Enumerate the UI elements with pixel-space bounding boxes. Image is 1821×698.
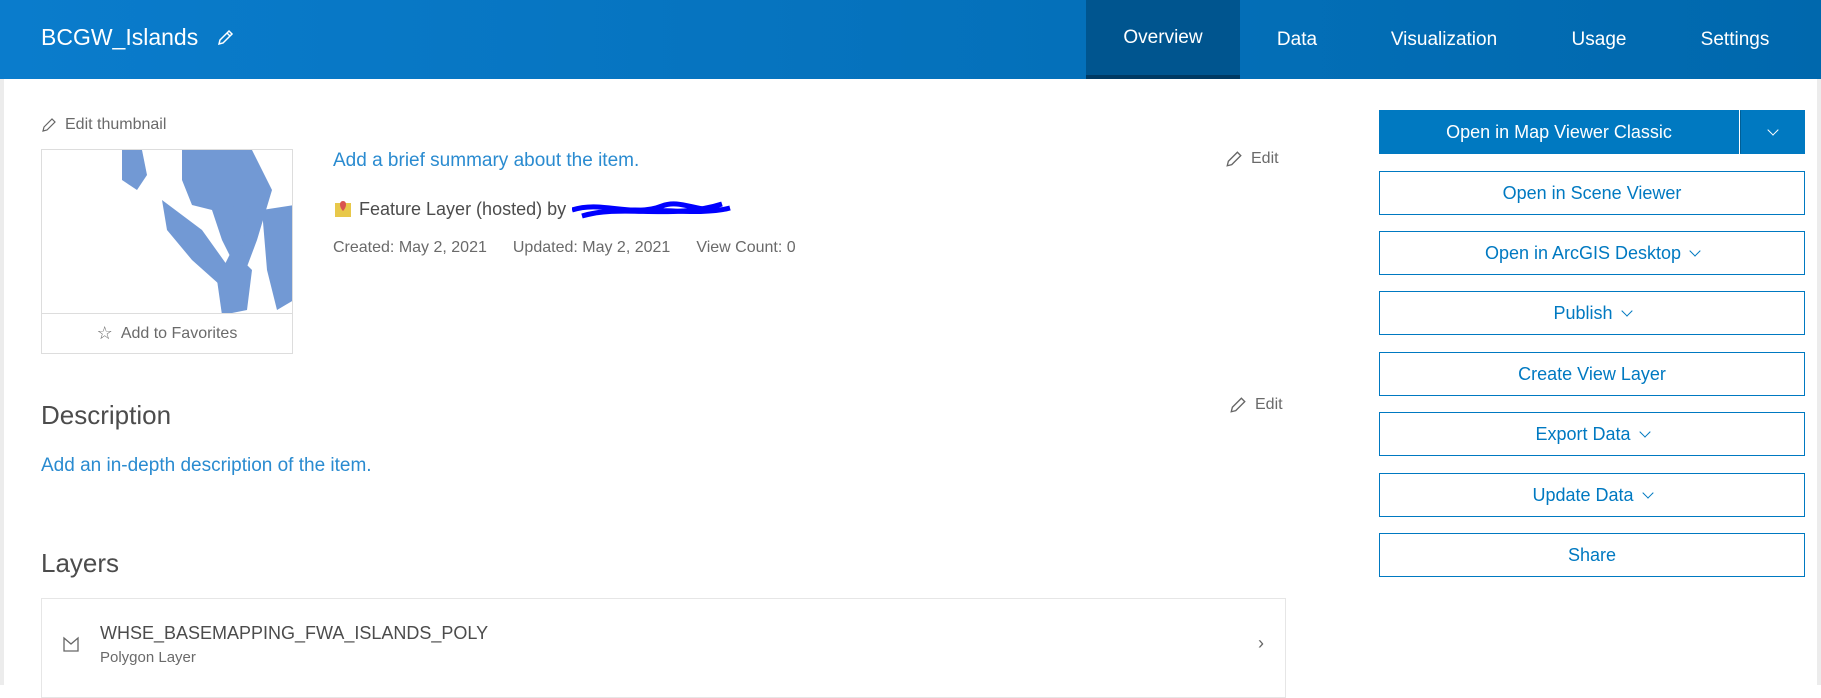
button-label: Export Data [1535, 423, 1631, 444]
open-arcgis-desktop-button[interactable]: Open in ArcGIS Desktop [1379, 231, 1805, 275]
item-dates: Created: May 2, 2021 Updated: May 2, 202… [333, 239, 796, 257]
layers-heading: Layers [41, 548, 120, 578]
open-map-viewer-classic-button[interactable]: Open in Map Viewer Classic [1379, 110, 1739, 154]
update-data-button[interactable]: Update Data [1379, 473, 1805, 517]
button-label: Open in Scene Viewer [1502, 182, 1682, 203]
edit-description-button[interactable]: Edit [1229, 396, 1283, 414]
edit-summary-button[interactable]: Edit [1225, 150, 1279, 168]
star-icon: ☆ [96, 323, 113, 343]
chevron-down-icon [1766, 123, 1779, 136]
feature-layer-icon [335, 201, 351, 217]
button-label: Publish [1553, 302, 1613, 323]
map-viewer-dropdown-button[interactable] [1740, 110, 1805, 154]
button-label: Share [1567, 544, 1617, 565]
export-data-button[interactable]: Export Data [1379, 412, 1805, 456]
favorites-label: Add to Favorites [120, 324, 238, 342]
share-button[interactable]: Share [1379, 533, 1805, 577]
layer-list-item[interactable]: WHSE_BASEMAPPING_FWA_ISLANDS_POLY Polygo… [41, 598, 1286, 698]
tab-settings[interactable]: Settings [1680, 0, 1790, 79]
islands-map-thumbnail [122, 150, 292, 313]
top-header: BCGW_Islands Overview Data Visualization… [0, 0, 1821, 79]
summary-placeholder-link[interactable]: Add a brief summary about the item. [333, 150, 639, 172]
left-border [0, 79, 4, 685]
add-to-favorites-button[interactable]: ☆ Add to Favorites [41, 313, 293, 354]
tab-visualization[interactable]: Visualization [1370, 0, 1518, 79]
chevron-down-icon [1641, 486, 1654, 499]
updated-date: Updated: May 2, 2021 [512, 239, 671, 256]
edit-label: Edit [1251, 150, 1279, 167]
create-view-layer-button[interactable]: Create View Layer [1379, 352, 1805, 396]
layer-name: WHSE_BASEMAPPING_FWA_ISLANDS_POLY [100, 623, 489, 643]
item-title: BCGW_Islands [41, 24, 234, 51]
thumbnail-image [41, 149, 293, 314]
chevron-right-icon: › [1258, 633, 1264, 653]
pencil-icon [1230, 397, 1246, 413]
button-label: Create View Layer [1518, 363, 1666, 384]
publish-button[interactable]: Publish [1379, 291, 1805, 335]
chevron-down-icon [1620, 304, 1633, 317]
tab-data[interactable]: Data [1250, 0, 1344, 79]
pencil-icon [42, 118, 56, 132]
scrollbar-track[interactable] [1817, 79, 1821, 685]
created-date: Created: May 2, 2021 [333, 239, 487, 256]
chevron-down-icon [1689, 244, 1701, 257]
description-heading: Description [41, 400, 172, 430]
description-placeholder-link[interactable]: Add an in-depth description of the item. [41, 455, 372, 477]
button-label: Update Data [1532, 484, 1634, 505]
pencil-icon[interactable] [216, 29, 234, 47]
edit-thumbnail-label: Edit thumbnail [65, 116, 167, 133]
edit-label: Edit [1255, 396, 1283, 413]
layer-type: Polygon Layer [100, 649, 196, 666]
button-label: Open in ArcGIS Desktop [1484, 242, 1682, 263]
redacted-owner-scribble [572, 201, 731, 219]
pencil-icon [1226, 151, 1242, 167]
view-count: View Count: 0 [696, 239, 796, 256]
item-type-text: Feature Layer (hosted) by [359, 198, 567, 219]
open-scene-viewer-button[interactable]: Open in Scene Viewer [1379, 171, 1805, 215]
edit-thumbnail-button[interactable]: Edit thumbnail [41, 116, 166, 134]
tab-usage[interactable]: Usage [1550, 0, 1648, 79]
item-type-line: Feature Layer (hosted) by [333, 196, 732, 222]
chevron-down-icon [1638, 425, 1651, 438]
tab-overview[interactable]: Overview [1086, 0, 1240, 79]
button-label: Open in Map Viewer Classic [1446, 121, 1672, 142]
polygon-layer-icon [63, 636, 79, 652]
item-title-text: BCGW_Islands [41, 24, 199, 50]
